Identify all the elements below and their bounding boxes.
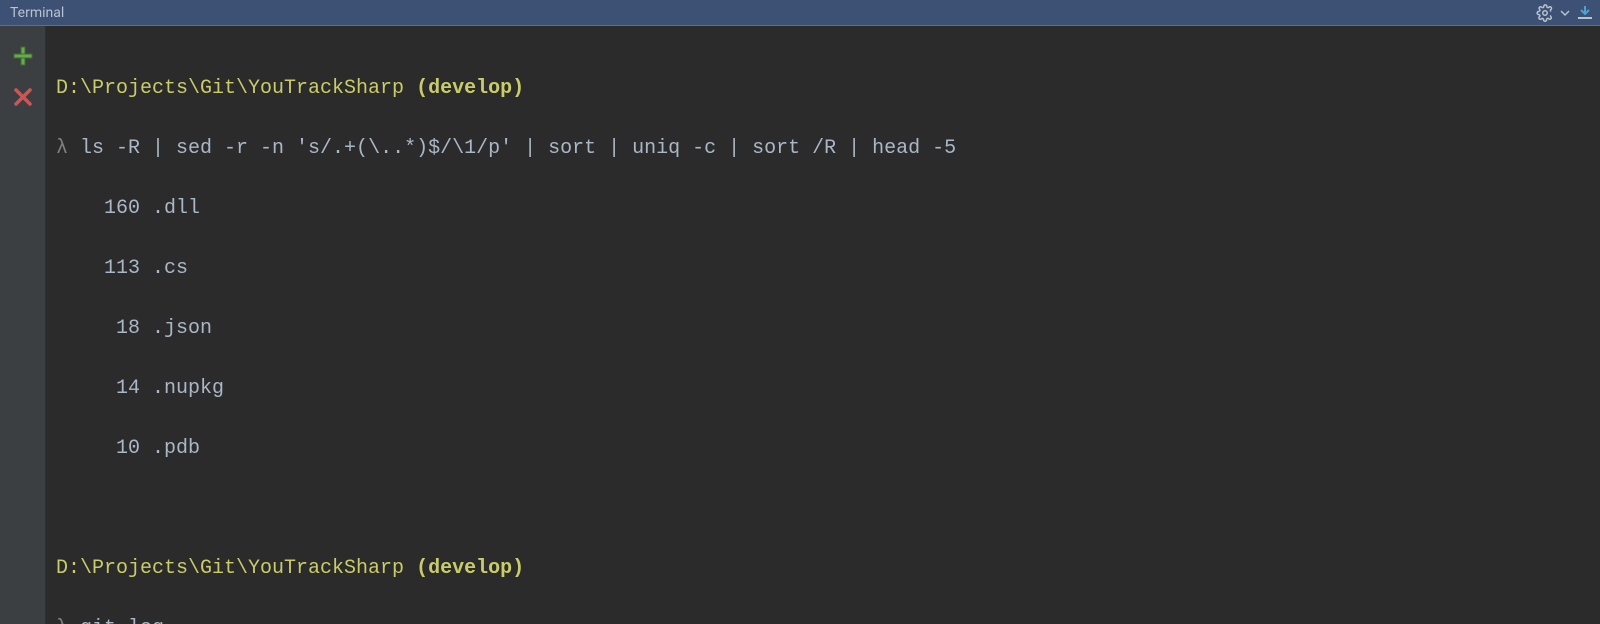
output-line: 160 .dll [56,194,1590,224]
prompt-branch: develop [428,557,512,580]
prompt-branch-open: ( [404,77,428,100]
prompt-line: D:\Projects\Git\YouTrackSharp (develop) [56,554,1590,584]
close-session-button[interactable] [12,86,34,108]
prompt-branch-open: ( [404,557,428,580]
output-line: 113 .cs [56,254,1590,284]
prompt-lambda: λ [56,617,80,624]
prompt-line: D:\Projects\Git\YouTrackSharp (develop) [56,74,1590,104]
output-line: 14 .nupkg [56,374,1590,404]
command-line: λ git log [56,614,1590,624]
chevron-down-icon[interactable] [1560,8,1570,18]
prompt-branch-close: ) [512,77,524,100]
prompt-branch-close: ) [512,557,524,580]
command-text: git log [80,617,164,624]
terminal-output[interactable]: D:\Projects\Git\YouTrackSharp (develop) … [46,26,1600,624]
gear-icon[interactable] [1536,4,1554,22]
output-line: 18 .json [56,314,1590,344]
prompt-path: D:\Projects\Git\YouTrackSharp [56,557,404,580]
title-bar-actions [1536,4,1594,22]
prompt-lambda: λ [56,137,80,160]
new-session-button[interactable] [11,44,35,68]
prompt-branch: develop [428,77,512,100]
hide-icon[interactable] [1576,4,1594,22]
output-line: 10 .pdb [56,434,1590,464]
terminal-main: D:\Projects\Git\YouTrackSharp (develop) … [0,26,1600,624]
command-line: λ ls -R | sed -r -n 's/.+(\..*)$/\1/p' |… [56,134,1590,164]
panel-title: Terminal [10,5,64,21]
prompt-path: D:\Projects\Git\YouTrackSharp [56,77,404,100]
terminal-title-bar: Terminal [0,0,1600,26]
blank-line [56,494,1590,524]
command-text: ls -R | sed -r -n 's/.+(\..*)$/\1/p' | s… [80,137,956,160]
terminal-gutter [0,26,46,624]
